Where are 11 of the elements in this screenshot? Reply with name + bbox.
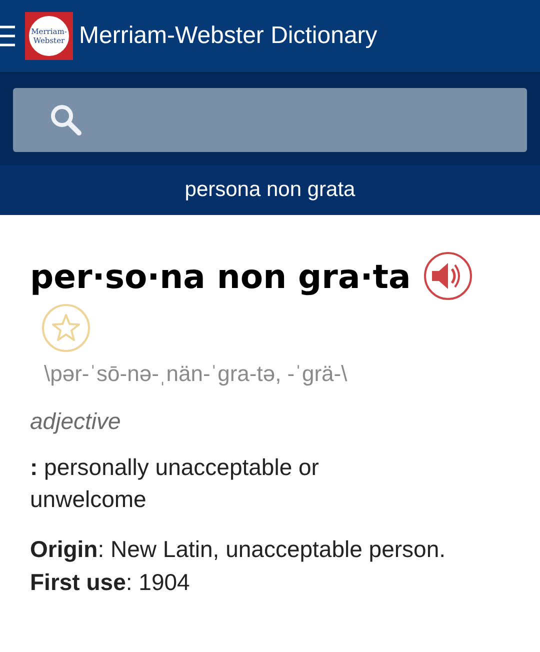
search-field[interactable] (13, 88, 527, 152)
part-of-speech: adjective (30, 408, 121, 434)
pronunciation: \pər-ˈsō-nə-ˌnän-ˈgra-tə, -ˈgrä-\ (44, 361, 348, 386)
search-icon (49, 102, 83, 136)
definition: : personally unacceptable or unwelcome (30, 452, 320, 514)
entry-fact: First use: 1904 (30, 568, 191, 596)
speaker-icon[interactable] (422, 251, 473, 301)
current-word: persona non grata (184, 177, 356, 204)
entry-fact: Origin: New Latin, unacceptable person. (30, 534, 447, 564)
app-title: Merriam-Webster Dictionary (79, 21, 378, 51)
menu-icon[interactable] (0, 24, 15, 48)
